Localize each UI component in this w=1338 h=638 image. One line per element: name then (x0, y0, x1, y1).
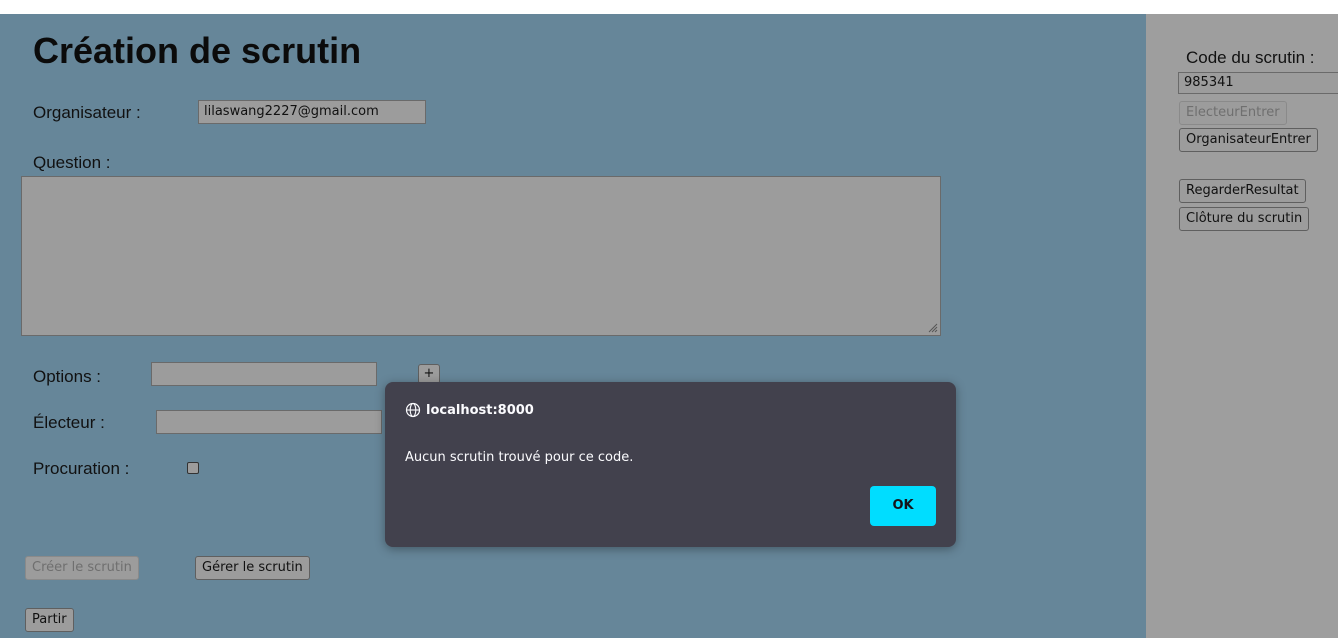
organisateur-entrer-button[interactable]: OrganisateurEntrer (1179, 128, 1318, 152)
options-label: Options : (33, 367, 102, 386)
code-field[interactable]: 985341 (1178, 72, 1338, 94)
cloture-scrutin-button[interactable]: Clôture du scrutin (1179, 207, 1310, 231)
organisateur-field[interactable]: lilaswang2227@gmail.com (198, 100, 426, 124)
options-field[interactable] (151, 362, 377, 386)
ok-button[interactable]: OK (870, 486, 936, 526)
code-label: Code du scrutin : (1186, 48, 1315, 67)
globe-icon (405, 402, 421, 418)
page-title: Création de scrutin (33, 30, 362, 71)
add-option-button[interactable]: + (418, 364, 440, 384)
resize-grip-icon[interactable] (928, 323, 938, 333)
dialog-header: localhost:8000 (405, 402, 534, 418)
side-panel: Code du scrutin : 985341 ElecteurEntrer … (1146, 14, 1338, 638)
partir-button[interactable]: Partir (25, 608, 74, 632)
procuration-checkbox[interactable] (187, 462, 199, 474)
electeur-field[interactable] (156, 410, 382, 434)
regarder-resultat-button[interactable]: RegarderResultat (1179, 179, 1306, 203)
organisateur-label: Organisateur : (33, 103, 141, 122)
gerer-scrutin-button[interactable]: Gérer le scrutin (195, 556, 310, 580)
alert-dialog: localhost:8000 Aucun scrutin trouvé pour… (385, 382, 956, 547)
question-textarea[interactable] (21, 176, 941, 336)
electeur-label: Électeur : (33, 413, 105, 432)
dialog-host: localhost:8000 (426, 402, 534, 418)
electeur-entrer-button[interactable]: ElecteurEntrer (1179, 101, 1287, 125)
procuration-label: Procuration : (33, 459, 130, 478)
creer-scrutin-button[interactable]: Créer le scrutin (25, 556, 139, 580)
question-label: Question : (33, 153, 111, 172)
dialog-message: Aucun scrutin trouvé pour ce code. (405, 450, 634, 465)
